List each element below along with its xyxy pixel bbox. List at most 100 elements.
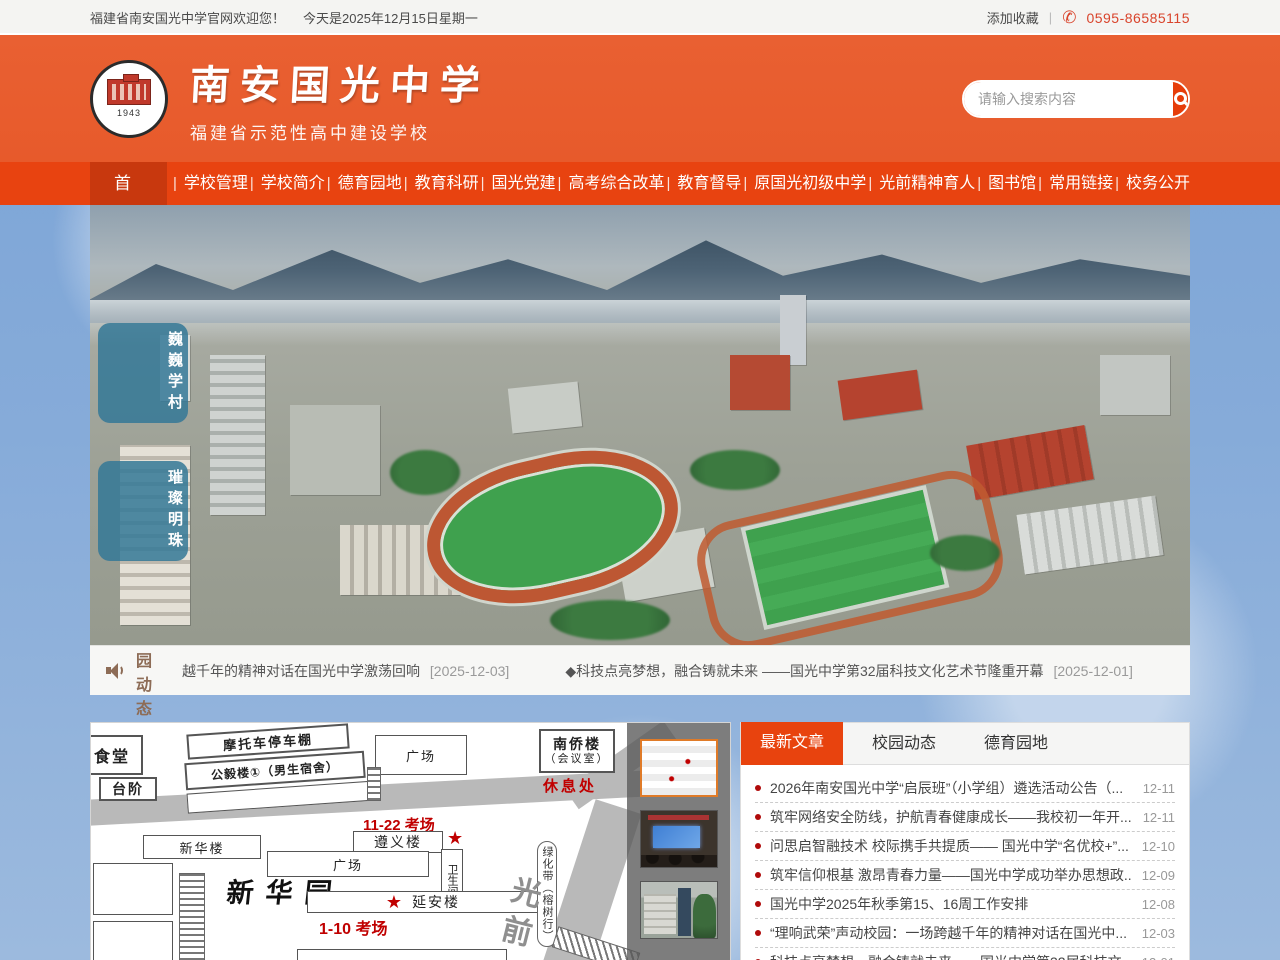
article-title: 2026年南安国光中学“启辰班”（小学组）遴选活动公告（... bbox=[770, 778, 1133, 798]
map-stairs-small bbox=[367, 767, 381, 801]
hero-slogan-top: 巍巍学村 bbox=[98, 323, 188, 423]
article-date: 12-09 bbox=[1142, 868, 1175, 883]
map-plaza-top: 广场 bbox=[375, 735, 467, 775]
map-stairs-left bbox=[179, 873, 205, 960]
article-row[interactable]: 筑牢信仰根基 激昂青春力量——国光中学成功举办思想政... 12-09 bbox=[755, 861, 1175, 890]
hero-trees bbox=[550, 600, 670, 640]
hero-haze bbox=[90, 300, 1190, 346]
site-search bbox=[962, 80, 1190, 118]
ticker-item-text: 越千年的精神对话在国光中学激荡回响 bbox=[182, 663, 420, 679]
brand-block: 南安国光中学 福建省示范性高中建设学校 bbox=[190, 53, 490, 144]
nav-item-school-management[interactable]: 学校管理 bbox=[171, 162, 248, 205]
nav-item-education-research[interactable]: 教育科研 bbox=[402, 162, 479, 205]
site-header: 1943 南安国光中学 福建省示范性高中建设学校 bbox=[0, 35, 1280, 162]
logo-building-icon bbox=[107, 79, 151, 105]
hero-trees bbox=[390, 450, 460, 495]
map-steps: 台阶 bbox=[99, 777, 157, 801]
hero-building bbox=[1100, 355, 1170, 415]
ticker-item[interactable]: ◆科技点亮梦想，融合铸就未来 ——国光中学第32届科技文化艺术节隆重开幕 [20… bbox=[565, 661, 1133, 681]
nav-item-common-links[interactable]: 常用链接 bbox=[1036, 162, 1113, 205]
article-title: 国光中学2025年秋季第15、16周工作安排 bbox=[770, 894, 1132, 914]
bullet-icon bbox=[755, 872, 761, 878]
nav-item-library[interactable]: 图书馆 bbox=[975, 162, 1036, 205]
article-title: 筑牢网络安全防线，护航青春健康成长——我校初一年开... bbox=[770, 807, 1133, 827]
nav-item-school-intro[interactable]: 学校简介 bbox=[248, 162, 325, 205]
map-nanqiao-name: 南侨楼 bbox=[553, 736, 601, 753]
slideshow-thumb-building[interactable] bbox=[640, 881, 718, 939]
hero-trees bbox=[930, 535, 1000, 571]
map-nanqiao-building: 南侨楼 （会议室） bbox=[539, 729, 615, 773]
articles-tab-bar: 最新文章 校园动态 德育园地 bbox=[741, 723, 1189, 765]
ticker-item-date: [2025-12-03] bbox=[430, 663, 509, 679]
article-date: 12-11 bbox=[1143, 781, 1175, 796]
slideshow-thumb-classroom[interactable] bbox=[640, 810, 718, 868]
campus-map-slideshow[interactable]: 食堂 摩托车停车棚 公毅楼①（男生宿舍） 台阶 广场 南侨楼 （会议室） 休息处… bbox=[90, 722, 731, 960]
phone-icon: ✆ bbox=[1062, 9, 1076, 26]
map-building-left-lower bbox=[93, 921, 173, 960]
nav-item-guangqian-spirit[interactable]: 光前精神育人 bbox=[866, 162, 975, 205]
school-logo[interactable]: 1943 bbox=[90, 60, 168, 138]
school-subtitle: 福建省示范性高中建设学校 bbox=[190, 119, 490, 144]
hero-red-roof-building bbox=[838, 370, 923, 421]
article-row[interactable]: 2026年南安国光中学“启辰班”（小学组）遴选活动公告（... 12-11 bbox=[755, 774, 1175, 803]
article-row[interactable]: 国光中学2025年秋季第15、16周工作安排 12-08 bbox=[755, 890, 1175, 919]
tab-campus-news[interactable]: 校园动态 bbox=[853, 723, 955, 764]
map-nanqiao-sub: （会议室） bbox=[545, 753, 610, 766]
nav-item-party-building[interactable]: 国光党建 bbox=[479, 162, 556, 205]
article-list: 2026年南安国光中学“启辰班”（小学组）遴选活动公告（... 12-11 筑牢… bbox=[741, 765, 1189, 960]
article-row[interactable]: 科技点亮梦想，融合铸就未来——国光中学第32届科技文... 12-01 bbox=[755, 948, 1175, 960]
nav-item-list: 学校管理 学校简介 德育园地 教育科研 国光党建 高考综合改革 教育督导 原国光… bbox=[167, 162, 1190, 205]
map-rest-area-label: 休息处 bbox=[543, 775, 597, 796]
map-star-yanan: ★ bbox=[386, 893, 404, 911]
article-title: 科技点亮梦想，融合铸就未来——国光中学第32届科技文... bbox=[770, 952, 1132, 960]
hero-building bbox=[290, 405, 380, 495]
article-title: 问思启智融技术 校际携手共提质—— 国光中学“名优校+”... bbox=[770, 836, 1132, 856]
nav-item-home[interactable]: 首页 bbox=[90, 162, 167, 205]
ticker-item[interactable]: 越千年的精神对话在国光中学激荡回响 [2025-12-03] bbox=[182, 661, 509, 681]
phone-number: 0595-86585115 bbox=[1086, 10, 1190, 26]
hero-slogan-badges: 巍巍学村 璀璨明珠 bbox=[98, 323, 188, 561]
search-input[interactable] bbox=[964, 82, 1173, 116]
map-canteen: 食堂 bbox=[90, 735, 143, 775]
date-text: 今天是2025年12月15日星期一 bbox=[303, 8, 478, 27]
topbar-divider: | bbox=[1049, 10, 1052, 25]
hero-trees bbox=[690, 450, 780, 490]
school-name: 南安国光中学 bbox=[188, 53, 491, 111]
nav-item-gaokao-reform[interactable]: 高考综合改革 bbox=[556, 162, 665, 205]
article-date: 12-08 bbox=[1142, 897, 1175, 912]
article-date: 12-10 bbox=[1142, 839, 1175, 854]
hero-campus-aerial-photo: 巍巍学村 璀璨明珠 bbox=[90, 205, 1190, 645]
hero-building bbox=[1017, 496, 1164, 575]
hero-building bbox=[508, 381, 582, 433]
tab-latest-articles[interactable]: 最新文章 bbox=[741, 722, 843, 765]
bullet-icon bbox=[755, 901, 761, 907]
speaker-icon bbox=[106, 662, 126, 680]
hero-red-roof-building bbox=[730, 355, 790, 410]
article-row[interactable]: “理响武荣”声动校园：一场跨越千年的精神对话在国光中... 12-03 bbox=[755, 919, 1175, 948]
bullet-icon bbox=[755, 930, 761, 936]
welcome-text: 福建省南安国光中学官网欢迎您！ bbox=[90, 8, 285, 27]
bullet-icon bbox=[755, 814, 761, 820]
map-exam-1-10-label: 1-10 考场 bbox=[319, 915, 387, 939]
bullet-icon bbox=[755, 785, 761, 791]
add-favorite-link[interactable]: 添加收藏 bbox=[987, 8, 1039, 27]
map-zunyi-building: 遵义楼 bbox=[353, 831, 443, 853]
article-date: 12-11 bbox=[1143, 810, 1175, 825]
nav-item-junior-school[interactable]: 原国光初级中学 bbox=[741, 162, 866, 205]
ticker-item-text: ◆科技点亮梦想，融合铸就未来 ——国光中学第32届科技文化艺术节隆重开幕 bbox=[565, 663, 1043, 679]
article-row[interactable]: 筑牢网络安全防线，护航青春健康成长——我校初一年开... 12-11 bbox=[755, 803, 1175, 832]
nav-item-school-affairs[interactable]: 校务公开 bbox=[1113, 162, 1190, 205]
search-button[interactable] bbox=[1173, 82, 1188, 116]
nav-item-moral-education[interactable]: 德育园地 bbox=[325, 162, 402, 205]
articles-panel: 最新文章 校园动态 德育园地 2026年南安国光中学“启辰班”（小学组）遴选活动… bbox=[740, 722, 1190, 960]
slideshow-thumb-map[interactable] bbox=[640, 739, 718, 797]
map-building-bottom-cut bbox=[297, 949, 507, 960]
map-xinhua-building: 新华楼 bbox=[143, 835, 261, 859]
hero-building bbox=[210, 355, 265, 515]
tab-moral-education[interactable]: 德育园地 bbox=[965, 723, 1067, 764]
article-title: 筑牢信仰根基 激昂青春力量——国光中学成功举办思想政... bbox=[770, 865, 1132, 885]
map-building-left bbox=[93, 863, 173, 915]
top-utility-bar: 福建省南安国光中学官网欢迎您！ 今天是2025年12月15日星期一 添加收藏 |… bbox=[0, 0, 1280, 35]
article-row[interactable]: 问思启智融技术 校际携手共提质—— 国光中学“名优校+”... 12-10 bbox=[755, 832, 1175, 861]
nav-item-supervision[interactable]: 教育督导 bbox=[664, 162, 741, 205]
